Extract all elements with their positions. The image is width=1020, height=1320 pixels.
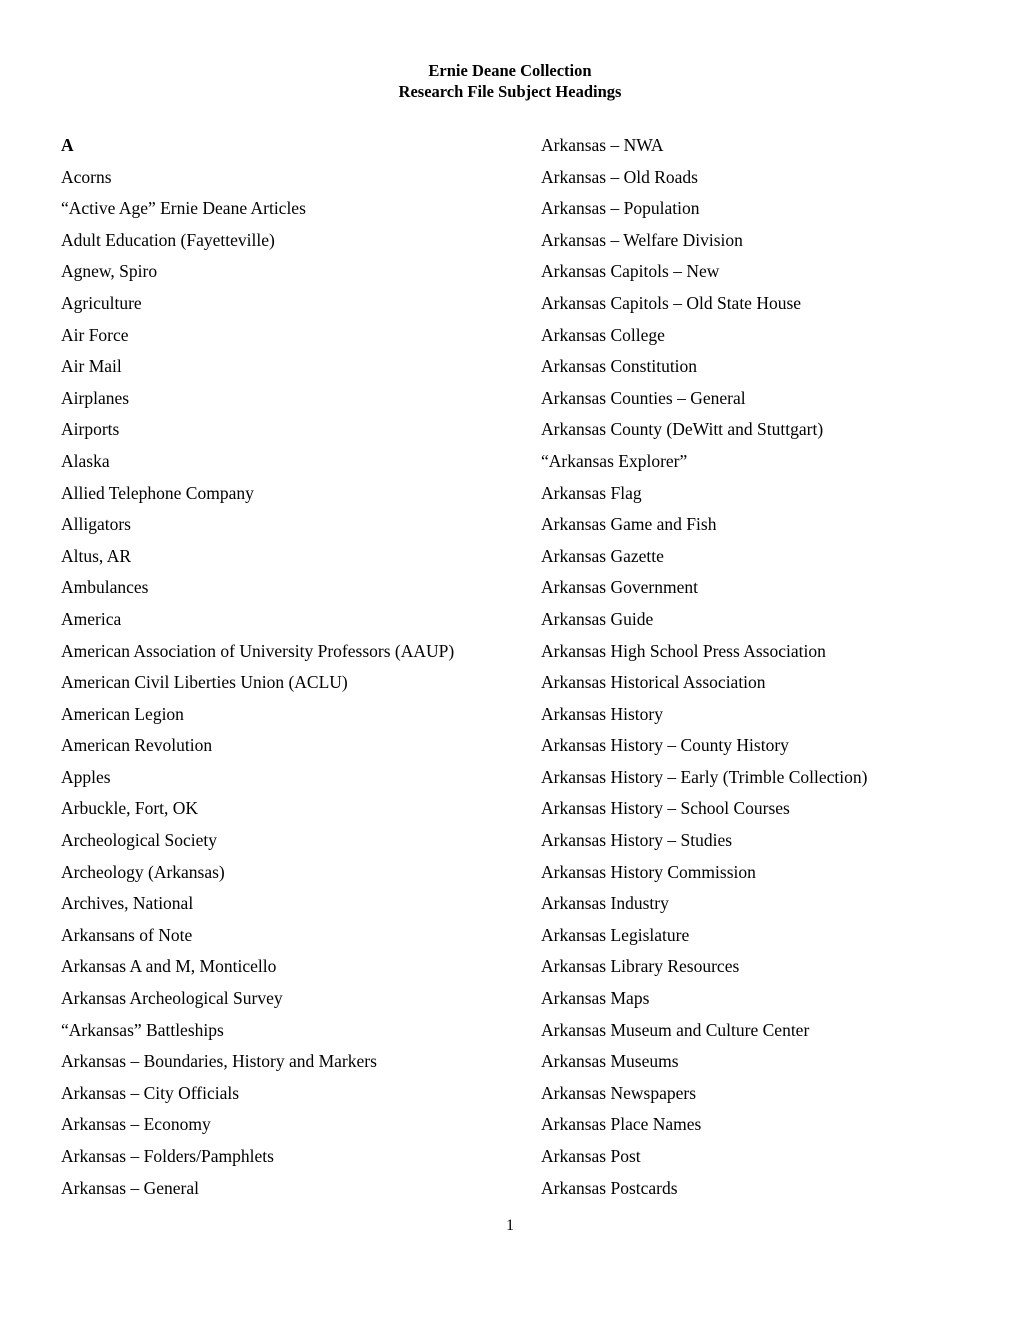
subject-heading: Ambulances xyxy=(61,577,149,598)
subject-heading: Air Mail xyxy=(61,356,122,377)
subject-heading: American Legion xyxy=(61,703,184,724)
subject-heading: Arkansas A and M, Monticello xyxy=(61,956,277,977)
subject-heading: Arkansas – Old Roads xyxy=(541,166,698,187)
subject-heading: Arkansas – Population xyxy=(541,198,700,219)
subject-heading: Archeological Society xyxy=(61,830,217,851)
subject-heading: “Arkansas” Battleships xyxy=(61,1019,224,1040)
subject-heading: Arkansas Place Names xyxy=(541,1114,702,1135)
subject-heading: Arkansas Capitols – New xyxy=(541,261,720,282)
subject-heading: Allied Telephone Company xyxy=(61,482,254,503)
subject-heading: Arkansas Industry xyxy=(541,893,669,914)
subject-heading: America xyxy=(61,608,122,629)
subject-heading: Arkansas – Economy xyxy=(61,1114,211,1135)
section-letter: A xyxy=(61,135,74,155)
subject-heading: Arkansas Government xyxy=(541,577,698,598)
subject-heading: Arkansas High School Press Association xyxy=(541,640,826,661)
subject-heading: Arkansas – City Officials xyxy=(61,1082,240,1103)
document-title: Ernie Deane Collection xyxy=(428,61,592,80)
subject-heading: Arkansas Gazette xyxy=(541,545,664,566)
page-number: 1 xyxy=(506,1217,514,1234)
subject-heading: “Arkansas Explorer” xyxy=(541,450,688,471)
subject-heading: Archeology (Arkansas) xyxy=(61,861,225,882)
subject-heading: Arkansas – NWA xyxy=(541,135,664,155)
subject-heading: Alligators xyxy=(61,514,131,535)
subject-heading: Arkansas Library Resources xyxy=(541,956,740,977)
subject-heading: “Active Age” Ernie Deane Articles xyxy=(61,198,306,219)
subject-heading: Agnew, Spiro xyxy=(61,261,158,282)
subject-heading: Arkansas Flag xyxy=(541,482,642,503)
subject-heading: Arkansas Maps xyxy=(541,988,650,1009)
subject-heading: Arkansas Historical Association xyxy=(541,672,766,693)
subject-heading: Archives, National xyxy=(61,893,194,914)
subject-heading: Arkansas Guide xyxy=(541,608,654,629)
subject-heading: Arkansas – Welfare Division xyxy=(541,229,743,250)
right-column: Arkansas – NWA Arkansas – Old Roads Arkans… xyxy=(541,134,867,1208)
subject-heading: Acorns xyxy=(61,166,112,187)
subject-heading: Arbuckle, Fort, OK xyxy=(61,798,199,819)
subject-heading: Arkansas Counties – General xyxy=(541,387,746,408)
subject-heading: Arkansas Archeological Survey xyxy=(61,988,283,1009)
subject-heading: Arkansas Postcards xyxy=(541,1177,678,1198)
left-column: A Acorns “Active Age” Ernie Deane Article… xyxy=(61,134,454,1208)
subject-heading: Arkansas History – Early (Trimble Collec… xyxy=(541,766,868,787)
subject-heading: Arkansas History xyxy=(541,703,663,724)
subject-heading: Arkansas – General xyxy=(61,1177,200,1198)
subject-heading: Arkansas – Folders/Pamphlets xyxy=(61,1146,274,1166)
subject-heading: Arkansas College xyxy=(541,324,665,345)
subject-heading: American Revolution xyxy=(61,735,213,756)
subject-heading: Arkansas History Commission xyxy=(541,861,756,882)
subject-heading: Arkansas Capitols – Old State House xyxy=(541,292,802,313)
document-subtitle: Research File Subject Headings xyxy=(398,82,622,101)
subject-heading: American Association of University Profe… xyxy=(61,640,455,661)
subject-heading: Arkansas Post xyxy=(541,1146,641,1166)
subject-heading: Air Force xyxy=(61,324,129,345)
subject-heading: Airplanes xyxy=(61,387,130,408)
subject-heading: Arkansas Legislature xyxy=(541,924,690,945)
subject-heading: Adult Education (Fayetteville) xyxy=(61,229,275,250)
subject-heading: Agriculture xyxy=(61,292,142,313)
subject-heading: Arkansas – Boundaries, History and Marke… xyxy=(61,1051,377,1072)
subject-heading: Airports xyxy=(61,419,120,440)
subject-heading: Arkansas Game and Fish xyxy=(541,514,717,535)
document-header: Ernie Deane Collection Research File Sub… xyxy=(0,60,1020,102)
subject-heading: Arkansas Newspapers xyxy=(541,1082,697,1103)
subject-heading: Arkansas History – Studies xyxy=(541,830,733,851)
subject-heading: Apples xyxy=(61,766,111,787)
subject-heading: Arkansas History – School Courses xyxy=(541,798,790,819)
subject-heading: Arkansas Museum and Culture Center xyxy=(541,1019,810,1040)
subject-heading: American Civil Liberties Union (ACLU) xyxy=(61,672,348,693)
subject-heading: Arkansas Museums xyxy=(541,1051,679,1072)
subject-heading: Arkansas Constitution xyxy=(541,356,698,377)
subject-heading: Alaska xyxy=(61,450,110,471)
subject-heading: Arkansas County (DeWitt and Stuttgart) xyxy=(541,419,824,440)
subject-heading: Altus, AR xyxy=(61,545,132,566)
subject-heading: Arkansans of Note xyxy=(61,924,193,945)
subject-heading: Arkansas History – County History xyxy=(541,735,789,756)
